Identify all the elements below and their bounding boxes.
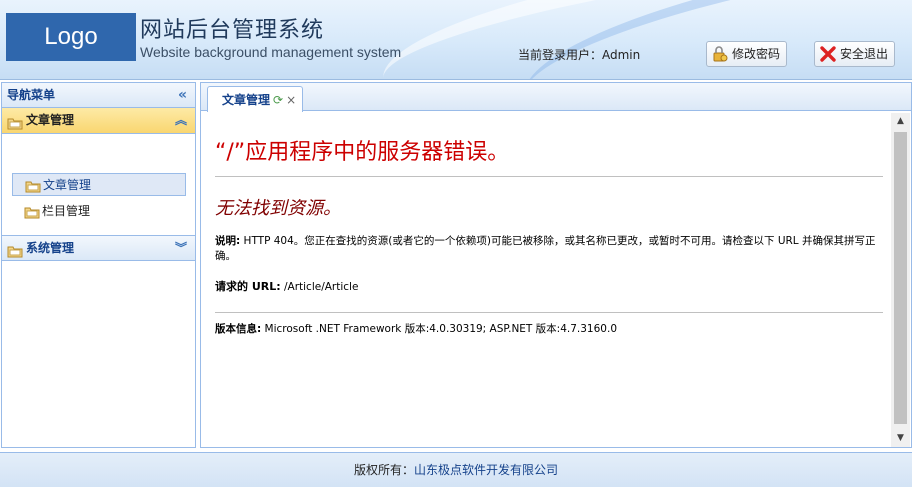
close-tab-icon[interactable]: × [286,88,296,112]
change-password-button[interactable]: 修改密码 [706,41,788,67]
current-user-label: 当前登录用户：Admin [518,48,641,62]
vertical-scrollbar[interactable]: ▲ ▼ [891,113,910,447]
logout-label: 安全退出 [840,47,889,61]
app-footer: 版权所有：山东极点软件开发有限公司 [0,452,912,487]
panel-system-management[interactable]: 系统管理 ︾ [2,235,195,261]
logout-button[interactable]: 安全退出 [814,41,896,67]
folder-icon [24,204,40,219]
tab-article-management[interactable]: 文章管理 ⟳ × [207,86,304,112]
description-label: 说明: [215,235,241,247]
collapse-sidebar-icon[interactable]: « [178,83,187,107]
close-x-icon [819,45,837,63]
company-name: 山东极点软件开发有限公司 [414,463,559,477]
panel-article-body: 文章管理 栏目管理 [2,134,195,219]
nav-sidebar: 导航菜单 « 文章管理 ︽ 文章管理 栏目管理 系统管理 ︾ [1,82,196,448]
url-value: /Article/Article [283,281,359,293]
url-label: 请求的 URL: [215,280,281,293]
collapse-panel-icon[interactable]: ︽ [175,108,187,133]
menu-item-label: 栏目管理 [42,204,91,218]
folder-icon [7,114,23,130]
error-description: 说明: HTTP 404。您正在查找的资源(或者它的一个依赖项)可能已被移除，或… [215,234,883,264]
scroll-thumb[interactable] [894,132,907,424]
key-lock-icon [711,45,729,63]
refresh-icon[interactable]: ⟳ [273,88,283,112]
system-title: 网站后台管理系统 [140,18,325,43]
menu-item-label: 文章管理 [43,178,92,192]
divider [215,312,883,313]
error-document: “/”应用程序中的服务器错误。 无法找到资源。 说明: HTTP 404。您正在… [202,112,890,447]
expand-panel-icon[interactable]: ︾ [175,236,187,261]
main-content: 文章管理 ⟳ × “/”应用程序中的服务器错误。 无法找到资源。 说明: HTT… [200,82,912,448]
tab-strip: 文章管理 ⟳ × [201,83,911,112]
scroll-down-icon[interactable]: ▼ [891,430,910,447]
error-title: “/”应用程序中的服务器错误。 [215,134,883,177]
change-password-label: 修改密码 [732,47,781,61]
folder-icon [7,242,23,258]
scroll-up-icon[interactable]: ▲ [891,113,910,130]
error-subtitle: 无法找到资源。 [215,198,341,219]
version-text: Microsoft .NET Framework 版本:4.0.30319; A… [264,323,617,335]
requested-url: 请求的 URL: /Article/Article [215,278,883,294]
tab-label: 文章管理 [222,92,271,107]
version-label: 版本信息: [215,323,262,335]
logo: Logo [6,13,136,61]
menu-item-article-management[interactable]: 文章管理 [12,173,186,196]
app-header: Logo 网站后台管理系统 Website background managem… [0,0,912,80]
system-subtitle: Website background management system [140,44,402,60]
panel-label: 系统管理 [26,241,75,255]
panel-label: 文章管理 [26,113,75,127]
copyright-label: 版权所有： [353,463,414,477]
description-text: HTTP 404。您正在查找的资源(或者它的一个依赖项)可能已被移除，或其名称已… [215,235,876,262]
sidebar-header: 导航菜单 « [2,83,195,108]
folder-icon [25,178,41,193]
version-info: 版本信息: Microsoft .NET Framework 版本:4.0.30… [215,321,883,336]
panel-article-management[interactable]: 文章管理 ︽ [2,108,195,134]
sidebar-title: 导航菜单 [7,88,56,102]
menu-item-column-management[interactable]: 栏目管理 [12,200,186,223]
